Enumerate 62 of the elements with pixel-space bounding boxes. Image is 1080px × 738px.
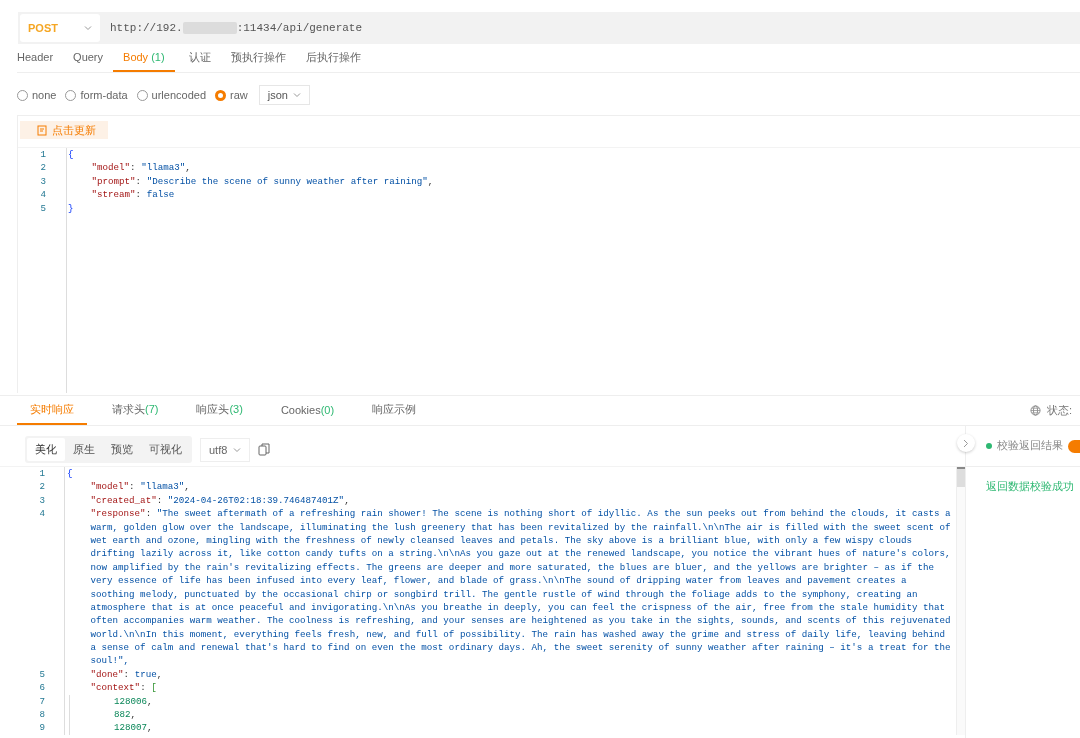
view-mode-tab[interactable]: 原生 [65,438,103,461]
code-line: soothing melody, punctuated by the occasional chirp or songbird trill. The gentle rustle of wind through the foliage adds to the symphony, creating an [90,588,918,600]
code-line: drifting lazily across it, like cotton candy tufts on a string.\n\nAs you gaze out at the renewed landscape, you notice the vibrant hues of nature's colors, [90,548,951,560]
code-line: "created_at": "2024-04-26T02:18:39.746487401Z", [90,494,350,506]
code-line: "prompt": "Describe the scene of sunny weather after raining", [91,175,434,187]
request-tab[interactable]: 后执行操作 [305,44,377,72]
line-number: 1 [38,467,45,481]
code-line: now amplified by the rain's revitalizing effects. The greens are deeper and more saturated, the blues are bluer, and the yellows are brighter – as if the [90,561,935,573]
line-number: 4 [38,507,45,521]
response-tab[interactable]: 请求头(7) [99,396,172,425]
response-tab[interactable]: 响应头(3) [183,396,256,425]
view-mode-tab[interactable]: 美化 [27,438,65,461]
code-line: { [67,468,73,479]
code-line: "model": "llama3", [91,162,191,174]
code-line: "done": true, [90,668,163,680]
code-line: often accompanies warm weather. The coolness is refreshing, and your senses are heightened as you take in the sights, sounds, and scents of this rejuvenated [90,615,951,627]
view-mode-tab[interactable]: 可视化 [141,438,190,461]
code-line: "response": "The sweet aftermath of a refreshing rain shower! The scene is nothing short of idyllic. As the sun peeks out from behind the clouds, it casts a [90,508,951,520]
code-line: a sense of calm and renewal that's hard to find on even the most ordinary days. Ah, the sweet serenity of sunny weather after raining – it's a treat for the [90,642,951,654]
view-mode-tab[interactable]: 预览 [103,438,141,461]
line-number: 1 [39,148,46,162]
line-number: 3 [38,493,45,508]
url-text[interactable]: http://192. [110,22,183,34]
body-type-radio[interactable]: raw [215,89,248,101]
response-tab[interactable]: Cookies(0) [267,396,348,425]
code-line: "model": "llama3", [90,481,190,493]
validation-label: 校验返回结果 [997,439,1063,453]
format-dropdown[interactable]: json [258,85,310,105]
line-number: 5 [39,201,46,215]
line-number: 2 [38,480,45,494]
encoding-dropdown[interactable]: utf8 [200,437,251,462]
request-tab[interactable]: 预执行操作 [230,44,302,72]
code-line: wet earth and ozone, mingling with the freshness of newly cleansed leaves and petals. The sky above is a brilliant blue, with only a few wispy clouds [90,534,912,546]
line-number: 6 [38,681,45,695]
line-number: 3 [39,174,46,189]
code-line: } [68,202,74,214]
line-number: 5 [38,667,45,682]
line-number: 7 [38,694,45,709]
code-line: world.\n\nIn this moment, everything feels fresh, new, and full of possibility. The rain has washed away the grime and stress of daily life, leaving behind [90,628,946,640]
body-type-radio[interactable]: none [17,89,57,101]
code-line: "stream": false [91,189,175,201]
code-line: "context": [ [90,682,157,694]
code-line: 128007, [114,722,153,734]
response-tab[interactable]: 响应示例 [359,396,430,425]
line-number: 8 [38,708,45,722]
code-line: 882, [114,709,137,721]
line-number: 2 [39,161,46,175]
validation-result: 返回数据校验成功 [986,479,1075,494]
code-line: warm, golden glow over the landscape, illuminating the lush greenery that has been revitalized by the rainfall.\n\nThe air is filled with the sweet scent of [90,521,951,533]
url-text[interactable]: :11434/api/generate [236,22,363,34]
code-line: soul!", [90,655,130,667]
code-line: atmosphere that is at once peaceful and invigorating.\n\nAs you breathe in deeply, you can feel the crispness of the air, free from the stale humidity that [90,601,946,613]
line-number: 4 [39,188,46,202]
code-line: { [68,149,74,160]
request-tab[interactable]: 认证 [188,44,227,72]
body-type-radio[interactable]: form-data [65,89,128,101]
line-number: 9 [38,721,45,735]
status-label: 状态: [1046,403,1072,418]
request-tab[interactable]: Header [17,44,70,72]
body-type-radio[interactable]: urlencoded [136,89,206,101]
code-line: very essence of life has been infused into every leaf, flower, and blade of grass.\n\nThe sound of dripping water from leaves and pavement creates a [90,575,907,587]
code-line: 128006, [114,695,153,707]
